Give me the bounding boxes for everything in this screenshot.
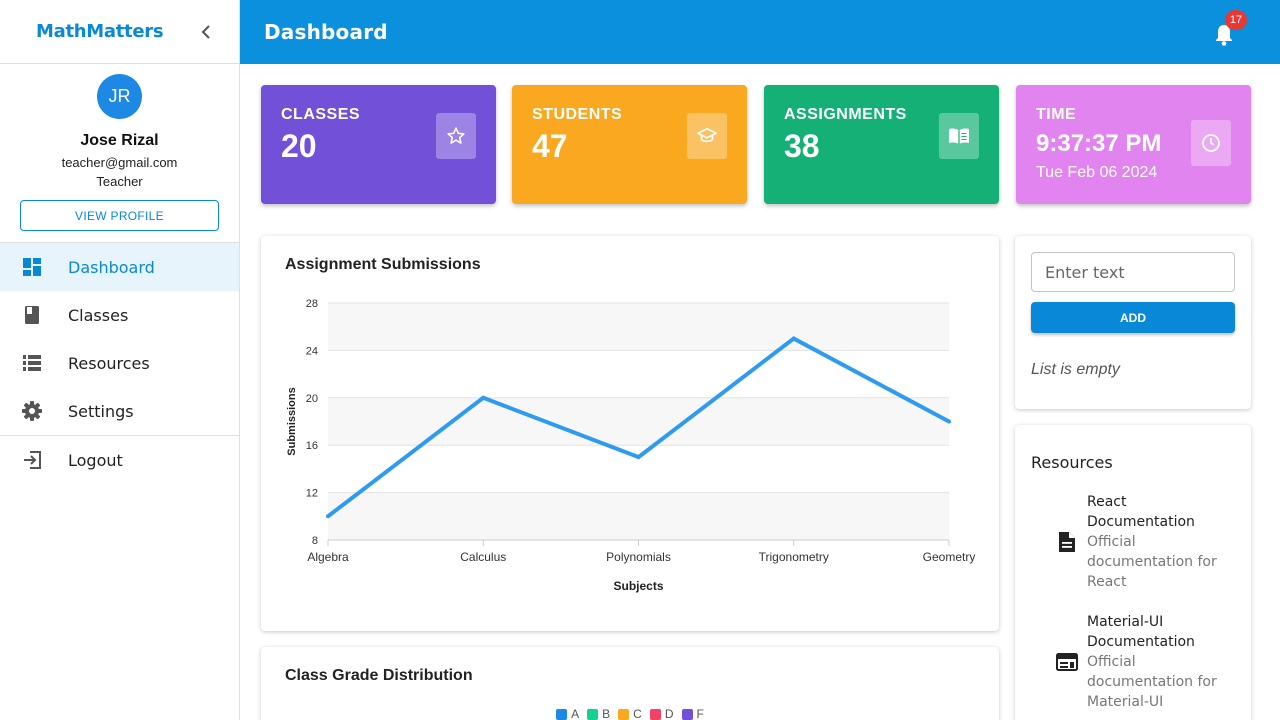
resource-name: Material-UI Documentation bbox=[1087, 614, 1195, 650]
y-tick-label: 8 bbox=[312, 535, 318, 547]
nav-label: Dashboard bbox=[68, 257, 155, 277]
data-point bbox=[947, 419, 951, 424]
nav-item-dashboard[interactable]: Dashboard bbox=[0, 243, 239, 291]
sidebar: MathMatters JR Jose Rizal teacher@gmail.… bbox=[0, 0, 240, 720]
grid-band bbox=[328, 303, 949, 351]
legend-swatch bbox=[649, 708, 661, 720]
assignment-submissions-card: Assignment Submissions 8 12 16 20 24 28 Algebr… bbox=[261, 236, 999, 631]
nav-item-resources[interactable]: Resources bbox=[0, 339, 239, 387]
document-icon bbox=[1031, 492, 1087, 592]
resource-name: React Documentation bbox=[1087, 494, 1195, 530]
legend-label: C bbox=[633, 707, 642, 720]
line-chart: 8 12 16 20 24 28 Algebra Calculus Polynomials Tri… bbox=[286, 298, 976, 593]
legend-swatch bbox=[556, 708, 568, 720]
nav-label: Settings bbox=[68, 401, 134, 421]
data-point bbox=[326, 514, 330, 519]
book-icon bbox=[22, 305, 42, 325]
todo-card: ADD List is empty bbox=[1015, 236, 1251, 409]
resource-description: Official documentation for React bbox=[1087, 534, 1217, 590]
stat-date: Tue Feb 06 2024 bbox=[1036, 164, 1158, 181]
profile-email: teacher@gmail.com bbox=[61, 155, 178, 170]
y-tick-label: 12 bbox=[306, 488, 318, 500]
legend-item[interactable]: D bbox=[649, 707, 674, 720]
stat-card-students: STUDENTS 47 bbox=[512, 85, 747, 204]
x-axis-label: Subjects bbox=[613, 579, 663, 593]
todo-input[interactable] bbox=[1031, 252, 1235, 292]
resource-description: Official documentation for Material-UI bbox=[1087, 654, 1217, 710]
legend-label: A bbox=[571, 707, 580, 720]
web-icon bbox=[1031, 612, 1087, 712]
nav-label: Logout bbox=[68, 450, 123, 470]
profile-name: Jose Rizal bbox=[80, 132, 159, 149]
chart-legend: A B C D F bbox=[285, 707, 975, 720]
nav-label: Resources bbox=[68, 353, 150, 373]
legend-item[interactable]: B bbox=[587, 707, 610, 720]
list-icon bbox=[22, 353, 42, 373]
sidebar-header: MathMatters bbox=[0, 0, 239, 64]
x-tick-label: Trigonometry bbox=[759, 550, 829, 564]
data-point bbox=[791, 336, 796, 341]
view-profile-button[interactable]: VIEW PROFILE bbox=[20, 200, 219, 231]
chart-title: Assignment Submissions bbox=[285, 256, 481, 273]
chevron-left-icon[interactable] bbox=[197, 22, 217, 42]
legend-label: B bbox=[602, 707, 611, 720]
resources-card: Resources React Documentation Official d… bbox=[1015, 425, 1251, 720]
page-title: Dashboard bbox=[264, 20, 388, 44]
grid-band bbox=[328, 492, 949, 540]
legend-item[interactable]: C bbox=[618, 707, 642, 720]
gear-icon bbox=[22, 401, 42, 421]
profile-role: Teacher bbox=[96, 174, 143, 189]
legend-swatch bbox=[618, 708, 630, 720]
logout-icon bbox=[22, 450, 42, 470]
stat-card-assignments: ASSIGNMENTS 38 bbox=[764, 85, 999, 204]
x-tick-label: Geometry bbox=[923, 550, 976, 564]
legend-swatch bbox=[587, 708, 599, 720]
resource-item[interactable]: Material-UI Documentation Official docum… bbox=[1031, 612, 1235, 712]
legend-item[interactable]: F bbox=[681, 707, 704, 720]
add-button[interactable]: ADD bbox=[1031, 302, 1235, 333]
empty-list-text: List is empty bbox=[1031, 361, 1120, 378]
x-tick-label: Polynomials bbox=[606, 550, 671, 564]
stat-card-classes: CLASSES 20 bbox=[261, 85, 496, 204]
grade-distribution-card: Class Grade Distribution A B C D F bbox=[261, 647, 999, 720]
legend-label: F bbox=[696, 707, 704, 720]
notification-badge: 17 bbox=[1225, 10, 1247, 30]
data-point bbox=[481, 395, 486, 400]
stat-card-time: TIME 9:37:37 PM Tue Feb 06 2024 bbox=[1016, 85, 1251, 204]
x-tick-label: Algebra bbox=[307, 550, 349, 564]
y-tick-label: 24 bbox=[306, 345, 318, 357]
graduation-cap-icon bbox=[687, 113, 727, 159]
x-tick-label: Calculus bbox=[460, 550, 506, 564]
profile-section: JR Jose Rizal teacher@gmail.com Teacher … bbox=[0, 64, 239, 243]
brand-logo[interactable]: MathMatters bbox=[36, 21, 164, 42]
star-icon bbox=[436, 113, 476, 159]
y-axis-label: Submissions bbox=[286, 387, 298, 455]
data-point bbox=[636, 455, 641, 460]
y-tick-label: 20 bbox=[306, 393, 318, 405]
legend-label: D bbox=[664, 707, 674, 720]
resource-item[interactable]: React Documentation Official documentati… bbox=[1031, 492, 1235, 592]
open-book-icon bbox=[939, 113, 979, 159]
y-tick-label: 16 bbox=[306, 440, 318, 452]
y-tick-label: 28 bbox=[306, 298, 318, 310]
grid-band bbox=[328, 397, 949, 446]
legend-item[interactable]: A bbox=[556, 707, 579, 720]
top-app-bar: Dashboard 17 bbox=[240, 0, 1280, 64]
resources-title: Resources bbox=[1031, 453, 1113, 472]
nav-item-settings[interactable]: Settings bbox=[0, 387, 239, 435]
clock-icon bbox=[1191, 120, 1231, 166]
legend-swatch bbox=[681, 708, 693, 720]
avatar[interactable]: JR bbox=[97, 74, 142, 119]
nav-item-logout[interactable]: Logout bbox=[0, 436, 239, 484]
nav-item-classes[interactable]: Classes bbox=[0, 291, 239, 339]
chart-title: Class Grade Distribution bbox=[285, 667, 473, 684]
dashboard-icon bbox=[22, 257, 42, 277]
nav-label: Classes bbox=[68, 305, 129, 325]
